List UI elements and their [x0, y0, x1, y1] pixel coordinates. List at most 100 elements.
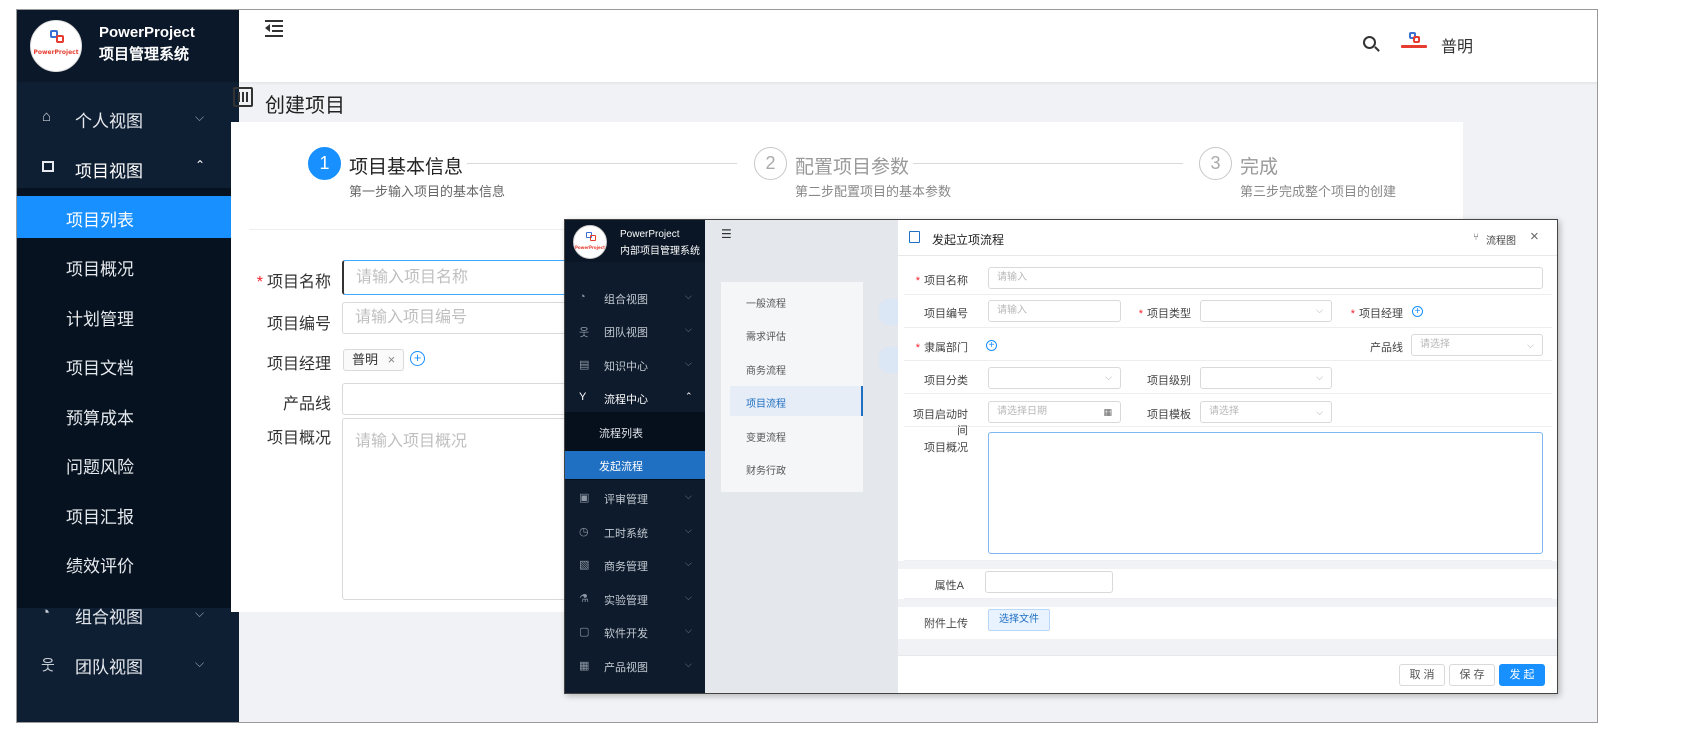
- nav-team-view[interactable]: 웃 团队视图 ⌵: [565, 324, 705, 340]
- flow-type-item[interactable]: 财务行政: [746, 462, 786, 477]
- step-3-title: 完成: [1240, 157, 1279, 178]
- nav-label: 知识中心: [604, 361, 648, 373]
- subnav-flow-list[interactable]: 流程列表: [565, 425, 705, 441]
- menu-fold-icon[interactable]: ☰: [721, 227, 732, 241]
- date-placeholder: 请选择日期: [997, 406, 1047, 417]
- start-date-picker[interactable]: 请选择日期 ▦: [988, 401, 1121, 423]
- sidebar: PowerProject PowerProject 内部项目管理系统 ◔ 组合视图…: [565, 220, 705, 693]
- section-gap: [898, 639, 1557, 655]
- flow-icon: Y: [579, 391, 587, 403]
- nav-flow-center[interactable]: Y 流程中心 ⌃: [565, 391, 705, 407]
- flow-type-item-active[interactable]: 项目流程: [746, 395, 786, 410]
- product-line-label: 产品线: [1370, 342, 1403, 354]
- subnav-docs[interactable]: 项目文档: [17, 344, 239, 386]
- dashboard-icon: ◔: [41, 604, 51, 621]
- step-2-desc: 第二步配置项目的基本参数: [795, 184, 952, 199]
- project-name-input[interactable]: 请输入: [988, 267, 1543, 289]
- nav-label: 评审管理: [604, 494, 648, 506]
- nav-project-view[interactable]: 项目视图 ⌃: [17, 148, 239, 188]
- nav-label: 流程中心: [604, 394, 648, 406]
- chevron-down-icon: ⌵: [1105, 372, 1112, 382]
- form-card-icon: [879, 347, 898, 373]
- save-button[interactable]: 保 存: [1449, 664, 1495, 686]
- top-header: 普明: [239, 10, 1597, 82]
- attribute-a-input[interactable]: [985, 571, 1113, 593]
- nav-label: 个人视图: [75, 112, 143, 131]
- project-type-select[interactable]: ⌵: [1200, 300, 1332, 322]
- screenshot-stage: PowerProject PowerProject 项目管理系统 ⌂ 个人视图 …: [0, 0, 1684, 756]
- flow-type-item[interactable]: 一般流程: [746, 295, 786, 310]
- subnav-label: 项目汇报: [66, 508, 134, 527]
- nav-knowledge-center[interactable]: ▤ 知识中心 ⌵: [565, 358, 705, 374]
- project-template-label: 项目模板: [1147, 409, 1191, 421]
- page-title: 创建项目: [265, 95, 345, 117]
- project-overview-textarea[interactable]: [988, 432, 1543, 554]
- nav-label: 产品视图: [604, 662, 648, 674]
- subnav-budget[interactable]: 预算成本: [17, 394, 239, 436]
- add-department-icon[interactable]: +: [986, 340, 997, 351]
- subnav-label: 计划管理: [66, 310, 134, 329]
- avatar[interactable]: [1401, 32, 1427, 52]
- flow-type-item[interactable]: 变更流程: [746, 429, 786, 444]
- nav-timesheet[interactable]: ◷ 工时系统 ⌵: [565, 525, 705, 541]
- nav-personal-view[interactable]: ⌂ 个人视图 ⌵: [17, 98, 239, 138]
- choose-file-button[interactable]: 选择文件: [988, 609, 1050, 631]
- subnav-overview[interactable]: 项目概况: [17, 245, 239, 287]
- start-flow-dialog: 发起立项流程 ⑂ 流程图 × * 项目名称 请输入 项目编号 请输入 * 项目类型 …: [898, 220, 1557, 693]
- nav-review[interactable]: ▣ 评审管理 ⌵: [565, 491, 705, 507]
- menu-fold-icon[interactable]: [265, 20, 283, 37]
- project-category-select[interactable]: ⌵: [988, 367, 1121, 389]
- form-icon: [909, 231, 920, 243]
- subnav-evaluation[interactable]: 绩效评价: [17, 542, 239, 584]
- subnav-project-list[interactable]: 项目列表: [17, 196, 239, 238]
- logo-wordmark: PowerProject: [574, 245, 606, 250]
- subnav-risk[interactable]: 问题风险: [17, 443, 239, 485]
- review-icon: ▣: [579, 492, 590, 504]
- brand-subtitle: 内部项目管理系统: [620, 246, 700, 257]
- nav-lab[interactable]: ⚗ 实验管理 ⌵: [565, 592, 705, 608]
- nav-portfolio-view[interactable]: ◔ 组合视图 ⌵: [17, 594, 239, 634]
- nav-portfolio-view[interactable]: ◔ 组合视图 ⌵: [565, 291, 705, 307]
- close-icon[interactable]: ×: [1530, 228, 1539, 245]
- chevron-down-icon: ⌵: [685, 625, 692, 635]
- flow-type-item[interactable]: 需求评估: [746, 328, 786, 343]
- subnav-label: 项目列表: [66, 211, 134, 230]
- project-code-label: 项目编号: [266, 316, 331, 333]
- close-icon[interactable]: ×: [388, 352, 396, 367]
- product-line-select[interactable]: 请选择 ⌵: [1411, 334, 1543, 356]
- nav-team-view[interactable]: 웃 团队视图 ⌵: [17, 644, 239, 684]
- flowchart-link[interactable]: 流程图: [1486, 232, 1516, 247]
- process-app-window: PowerProject PowerProject 内部项目管理系统 ◔ 组合视图…: [564, 219, 1558, 694]
- project-code-input[interactable]: 请输入: [988, 300, 1121, 322]
- add-manager-icon[interactable]: +: [1412, 306, 1423, 317]
- subnav-label: 项目概况: [66, 260, 134, 279]
- nav-business[interactable]: ▧ 商务管理 ⌵: [565, 558, 705, 574]
- chevron-down-icon: ⌵: [195, 110, 205, 124]
- nav-product-view[interactable]: ▦ 产品视图 ⌵: [565, 659, 705, 675]
- project-submenu: 项目列表 项目概况 计划管理 项目文档 预算成本 问题风险 项目汇报 绩效评价: [17, 188, 239, 608]
- flowchart-icon[interactable]: ⑂: [1473, 232, 1479, 243]
- project-name-label: * 项目名称: [915, 275, 968, 287]
- cancel-button[interactable]: 取 消: [1399, 664, 1445, 686]
- chevron-down-icon: ⌵: [685, 491, 692, 501]
- subnav-report[interactable]: 项目汇报: [17, 493, 239, 535]
- flow-type-item[interactable]: 商务流程: [746, 362, 786, 377]
- project-icon: [42, 161, 54, 172]
- submit-button[interactable]: 发 起: [1499, 664, 1545, 686]
- add-manager-icon[interactable]: +: [410, 351, 425, 366]
- nav-label: 组合视图: [604, 294, 648, 306]
- code-icon: ▢: [579, 626, 590, 638]
- project-level-select[interactable]: ⌵: [1200, 367, 1332, 389]
- user-name[interactable]: 普明: [1441, 33, 1473, 57]
- project-template-select[interactable]: 请选择 ⌵: [1200, 401, 1332, 423]
- nav-label: 流程列表: [599, 428, 643, 440]
- step-2-indicator: 2: [754, 147, 787, 180]
- project-category-label: 项目分类: [924, 375, 968, 387]
- subnav-label: 绩效评价: [66, 557, 134, 576]
- section-gap: [898, 561, 1557, 569]
- chevron-down-icon: ⌵: [1316, 305, 1323, 315]
- subnav-label: 问题风险: [66, 458, 134, 477]
- chevron-down-icon: ⌵: [685, 358, 692, 368]
- nav-software-dev[interactable]: ▢ 软件开发 ⌵: [565, 625, 705, 641]
- subnav-plan[interactable]: 计划管理: [17, 295, 239, 337]
